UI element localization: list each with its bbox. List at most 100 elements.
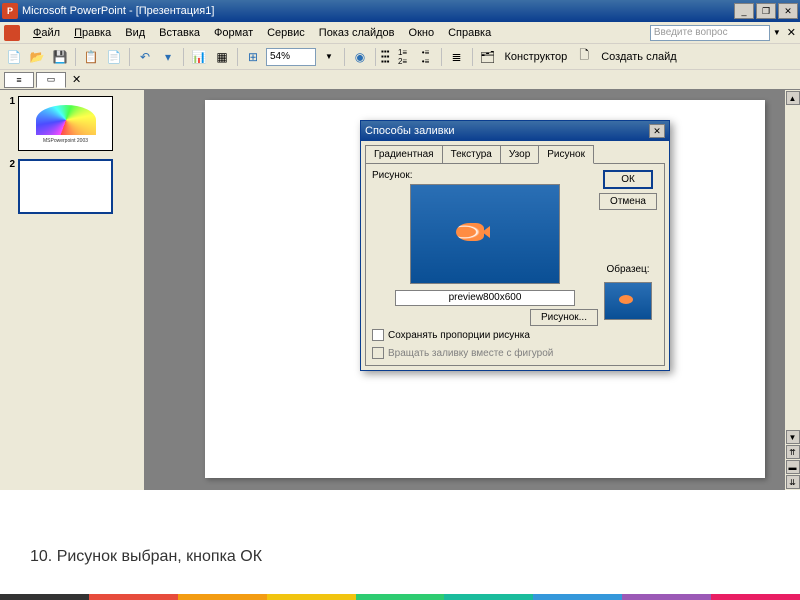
tab-gradient[interactable]: Градиентная [365, 145, 443, 164]
select-picture-button[interactable]: Рисунок... [530, 309, 598, 326]
slide-panel: 1 MSPowerpoint 2003 2 [0, 90, 145, 490]
designer-button[interactable]: Конструктор [501, 51, 572, 63]
dialog-titlebar[interactable]: Способы заливки ✕ [361, 121, 669, 141]
save-icon[interactable]: 💾 [50, 47, 70, 67]
preserve-aspect-label: Сохранять пропорции рисунка [388, 330, 530, 341]
dialog-body: Рисунок: preview800x600 Рисунок... Сохра… [365, 163, 665, 366]
tab-texture[interactable]: Текстура [442, 145, 501, 164]
color-fan-graphic [36, 105, 96, 135]
tab-picture[interactable]: Рисунок [538, 145, 594, 164]
new-slide-icon[interactable]: 🗋 [574, 47, 594, 67]
menu-insert[interactable]: Вставка [152, 25, 207, 41]
checkbox-icon [372, 347, 384, 359]
menu-format[interactable]: Формат [207, 25, 260, 41]
slide-number: 1 [6, 96, 18, 151]
copy-icon[interactable]: 📋 [81, 47, 101, 67]
checkbox-icon[interactable] [372, 329, 384, 341]
toolbar: 📄 📂 💾 📋 📄 ↶ ▾ 📊 ▦ ⊞ 54% ▼ ◉ ▪▪▪▪▪▪▪▪▪ 1≡… [0, 44, 800, 70]
minimize-button[interactable]: _ [734, 3, 754, 19]
tabs-close-icon[interactable]: ✕ [72, 73, 81, 86]
vertical-scrollbar[interactable]: ▲ ▼ ⇈ ▬ ⇊ [784, 90, 800, 490]
app-menu-icon[interactable] [4, 25, 20, 41]
close-button[interactable]: ✕ [778, 3, 798, 19]
view-tabs: ≡ ▭ ✕ [0, 70, 800, 90]
dialog-tabs: Градиентная Текстура Узор Рисунок [361, 141, 669, 164]
thumbnail[interactable] [18, 159, 113, 214]
slide-number: 2 [6, 159, 18, 214]
rotate-fill-label: Вращать заливку вместе с фигурой [388, 348, 553, 359]
separator [183, 48, 184, 66]
separator [375, 48, 376, 66]
zoom-dropdown-icon[interactable]: ▼ [319, 47, 339, 67]
restore-button[interactable]: ❐ [756, 3, 776, 19]
sample-preview [604, 282, 652, 320]
thumbnail[interactable]: MSPowerpoint 2003 [18, 96, 113, 151]
menu-service[interactable]: Сервис [260, 25, 312, 41]
picture-preview [410, 184, 560, 284]
slide-thumb-1[interactable]: 1 MSPowerpoint 2003 [6, 96, 138, 151]
menu-view[interactable]: Вид [118, 25, 152, 41]
preserve-aspect-row[interactable]: Сохранять пропорции рисунка [372, 329, 598, 341]
menu-window[interactable]: Окно [402, 25, 442, 41]
slide-thumb-2[interactable]: 2 [6, 159, 138, 214]
dialog-close-button[interactable]: ✕ [649, 124, 665, 138]
doc-close-button[interactable]: ✕ [787, 26, 796, 39]
dropdown-icon[interactable]: ▼ [773, 28, 781, 37]
outline-tab[interactable]: ≡ [4, 72, 34, 88]
separator [472, 48, 473, 66]
open-icon[interactable]: 📂 [27, 47, 47, 67]
new-slide-button[interactable]: Создать слайд [597, 51, 680, 63]
new-doc-icon[interactable]: 📄 [4, 47, 24, 67]
dialog-left-pane: Рисунок: preview800x600 Рисунок... Сохра… [372, 170, 598, 359]
separator [441, 48, 442, 66]
menu-help[interactable]: Справка [441, 25, 498, 41]
slides-tab[interactable]: ▭ [36, 72, 66, 88]
zoom-combo[interactable]: 54% [266, 48, 316, 66]
redo-icon[interactable]: ▾ [158, 47, 178, 67]
paste-icon[interactable]: 📄 [104, 47, 124, 67]
menu-edit[interactable]: Правка [67, 25, 118, 41]
picture-label: Рисунок: [372, 170, 598, 181]
design-icon[interactable]: 🗂 [478, 47, 498, 67]
color-bar [0, 594, 800, 600]
chart-icon[interactable]: 📊 [189, 47, 209, 67]
indent-icon[interactable]: ≣ [447, 47, 467, 67]
fill-effects-dialog: Способы заливки ✕ Градиентная Текстура У… [360, 120, 670, 371]
menu-bar: Файл Правка Вид Вставка Формат Сервис По… [0, 22, 800, 44]
help-search-box[interactable]: Введите вопрос [650, 25, 770, 41]
sample-fish-graphic [619, 295, 633, 304]
next-slide-icon[interactable]: ⇊ [786, 475, 800, 489]
dialog-right-pane: ОК Отмена Образец: [598, 170, 658, 359]
window-title: Microsoft PowerPoint - [Презентация1] [22, 5, 734, 17]
thumb-label: MSPowerpoint 2003 [24, 138, 107, 144]
fish-graphic [456, 223, 484, 241]
scroll-up-icon[interactable]: ▲ [786, 91, 800, 105]
table-icon[interactable]: ▦ [212, 47, 232, 67]
numbered-list-icon[interactable]: 1≡2≡ [393, 47, 413, 67]
title-bar: P Microsoft PowerPoint - [Презентация1] … [0, 0, 800, 22]
cancel-button[interactable]: Отмена [599, 193, 657, 210]
scroll-down-icon[interactable]: ▼ [786, 430, 800, 444]
separator [344, 48, 345, 66]
grid-icon[interactable]: ⊞ [243, 47, 263, 67]
rotate-fill-row: Вращать заливку вместе с фигурой [372, 347, 598, 359]
instruction-caption: 10. Рисунок выбран, кнопка ОК [0, 534, 800, 580]
sample-label: Образец: [606, 264, 649, 275]
prev-slide-icon[interactable]: ⇈ [786, 445, 800, 459]
separator [237, 48, 238, 66]
ok-button[interactable]: ОК [603, 170, 653, 189]
help-icon[interactable]: ◉ [350, 47, 370, 67]
app-icon: P [2, 3, 18, 19]
slide-nav-icon[interactable]: ▬ [786, 460, 800, 474]
bullet-list-icon[interactable]: •≡•≡ [416, 47, 436, 67]
separator [75, 48, 76, 66]
undo-icon[interactable]: ↶ [135, 47, 155, 67]
dialog-title: Способы заливки [365, 125, 649, 137]
tab-pattern[interactable]: Узор [500, 145, 539, 164]
menu-slideshow[interactable]: Показ слайдов [312, 25, 402, 41]
menu-file[interactable]: Файл [26, 25, 67, 41]
separator [129, 48, 130, 66]
preview-caption: preview800x600 [395, 290, 575, 306]
list-icon[interactable]: ▪▪▪▪▪▪▪▪▪ [381, 49, 390, 64]
window-buttons: _ ❐ ✕ [734, 3, 798, 19]
